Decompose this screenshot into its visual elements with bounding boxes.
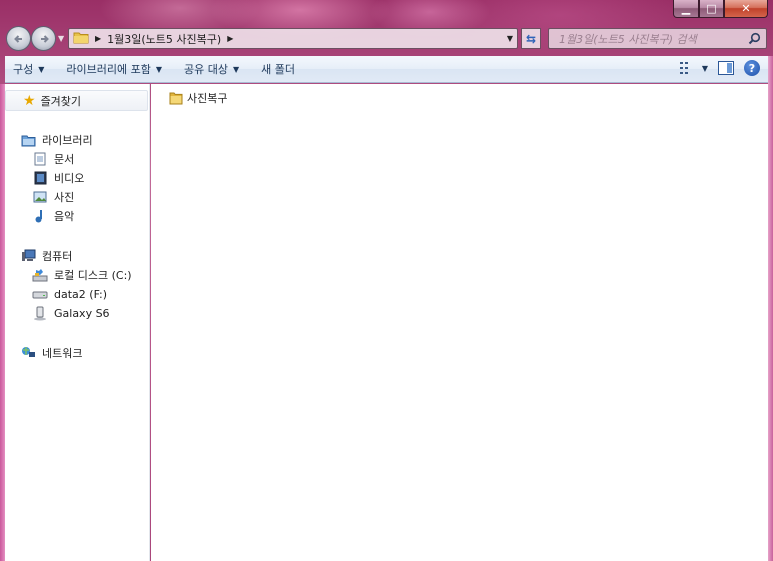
chevron-down-icon[interactable]: ▼ <box>702 64 708 73</box>
chevron-down-icon: ▼ <box>233 64 240 74</box>
sidebar-item-label: 사진 <box>54 191 75 204</box>
minimize-button[interactable]: ▁ <box>673 0 699 18</box>
new-folder-label: 새 폴더 <box>261 63 296 76</box>
sidebar-item-label: Galaxy S6 <box>54 306 110 320</box>
change-view-button[interactable]: ▼ <box>679 62 708 74</box>
list-item-label: 사진복구 <box>187 92 228 105</box>
sidebar-item-network[interactable]: 네트워크 <box>20 344 82 362</box>
picture-icon <box>32 189 48 205</box>
command-toolbar: 구성 ▼ 라이브러리에 포함 ▼ 공유 대상 ▼ 새 폴더 ▼ ? <box>5 56 768 83</box>
network-icon <box>20 345 36 361</box>
computer-icon <box>20 248 36 264</box>
preview-pane-icon[interactable] <box>718 61 734 75</box>
drive-icon <box>32 286 48 302</box>
breadcrumb-separator-icon[interactable]: ▶ <box>227 34 233 43</box>
sidebar-item-computer[interactable]: 컴퓨터 <box>20 247 72 265</box>
sidebar-item-documents[interactable]: 문서 <box>32 150 74 168</box>
local-disk-icon <box>32 267 48 283</box>
sidebar-item-label: 라이브러리 <box>42 134 93 147</box>
back-button[interactable] <box>6 26 31 51</box>
search-placeholder: 1월3일(노트5 사진복구) 검색 <box>559 32 697 46</box>
maximize-button[interactable]: □ <box>699 0 724 18</box>
video-icon <box>32 170 48 186</box>
sidebar-item-data2-drive[interactable]: data2 (F:) <box>32 285 107 303</box>
sidebar-item-music[interactable]: 음악 <box>32 207 74 225</box>
include-in-library-label: 라이브러리에 포함 <box>66 63 151 76</box>
chevron-down-icon: ▼ <box>38 64 45 74</box>
sidebar-item-libraries[interactable]: 라이브러리 <box>20 131 93 149</box>
forward-arrow-icon <box>40 34 49 43</box>
sidebar-item-label: 음악 <box>54 210 75 223</box>
breadcrumb-separator-icon[interactable]: ▶ <box>95 34 101 43</box>
organize-button[interactable]: 구성 ▼ <box>5 56 52 82</box>
sidebar-item-pictures[interactable]: 사진 <box>32 188 74 206</box>
refresh-button[interactable]: ⇆ <box>521 28 541 49</box>
address-bar[interactable]: ▶ 1월3일(노트5 사진복구) ▶ ▼ <box>68 28 518 49</box>
close-button[interactable]: ✕ <box>724 0 768 18</box>
refresh-icon: ⇆ <box>525 31 537 46</box>
help-icon[interactable]: ? <box>744 60 760 76</box>
toolbar-right-group: ▼ ? <box>679 60 760 76</box>
search-icon[interactable] <box>748 32 761 45</box>
share-with-label: 공유 대상 <box>184 63 229 76</box>
recent-pages-dropdown-icon[interactable]: ▼ <box>58 34 64 43</box>
breadcrumb-current-folder[interactable]: 1월3일(노트5 사진복구) <box>107 31 221 47</box>
share-with-button[interactable]: 공유 대상 ▼ <box>176 56 247 82</box>
sidebar-item-label: 로컬 디스크 (C:) <box>54 269 132 282</box>
new-folder-button[interactable]: 새 폴더 <box>253 56 303 82</box>
window-frame-right-edge <box>768 56 773 561</box>
portable-device-icon <box>32 305 48 321</box>
address-dropdown-icon[interactable]: ▼ <box>507 34 513 43</box>
music-icon <box>32 208 48 224</box>
star-icon: ★ <box>23 92 36 109</box>
favorites-label: 즐겨찾기 <box>40 94 82 108</box>
navigation-pane: ★ 즐겨찾기 라이브러리 문서 비디오 사진 음악 컴퓨터 로컬 디스크 (C:… <box>5 84 150 561</box>
folder-icon <box>73 30 89 47</box>
sidebar-item-label: 네트워크 <box>42 347 83 360</box>
search-input[interactable]: 1월3일(노트5 사진복구) 검색 <box>548 28 767 49</box>
sidebar-item-label: 컴퓨터 <box>42 250 73 263</box>
include-in-library-button[interactable]: 라이브러리에 포함 ▼ <box>58 56 170 82</box>
forward-button[interactable] <box>31 26 56 51</box>
sidebar-item-label: data2 (F:) <box>54 287 108 301</box>
sidebar-item-videos[interactable]: 비디오 <box>32 169 84 187</box>
back-arrow-icon <box>13 34 22 43</box>
file-list[interactable]: 사진복구 <box>151 84 768 561</box>
chevron-down-icon: ▼ <box>155 64 163 74</box>
library-icon <box>20 132 36 148</box>
favorites-item[interactable]: ★ 즐겨찾기 <box>5 90 148 111</box>
document-icon <box>32 151 48 167</box>
sidebar-item-label: 문서 <box>54 153 75 166</box>
sidebar-item-label: 비디오 <box>54 172 85 185</box>
organize-label: 구성 <box>13 63 34 76</box>
views-icon <box>679 62 688 74</box>
list-item[interactable]: 사진복구 <box>169 90 227 106</box>
folder-icon <box>169 91 183 105</box>
sidebar-item-galaxy-s6[interactable]: Galaxy S6 <box>32 304 110 322</box>
sidebar-item-local-disk[interactable]: 로컬 디스크 (C:) <box>32 266 132 284</box>
caption-buttons: ▁ □ ✕ <box>673 0 768 19</box>
